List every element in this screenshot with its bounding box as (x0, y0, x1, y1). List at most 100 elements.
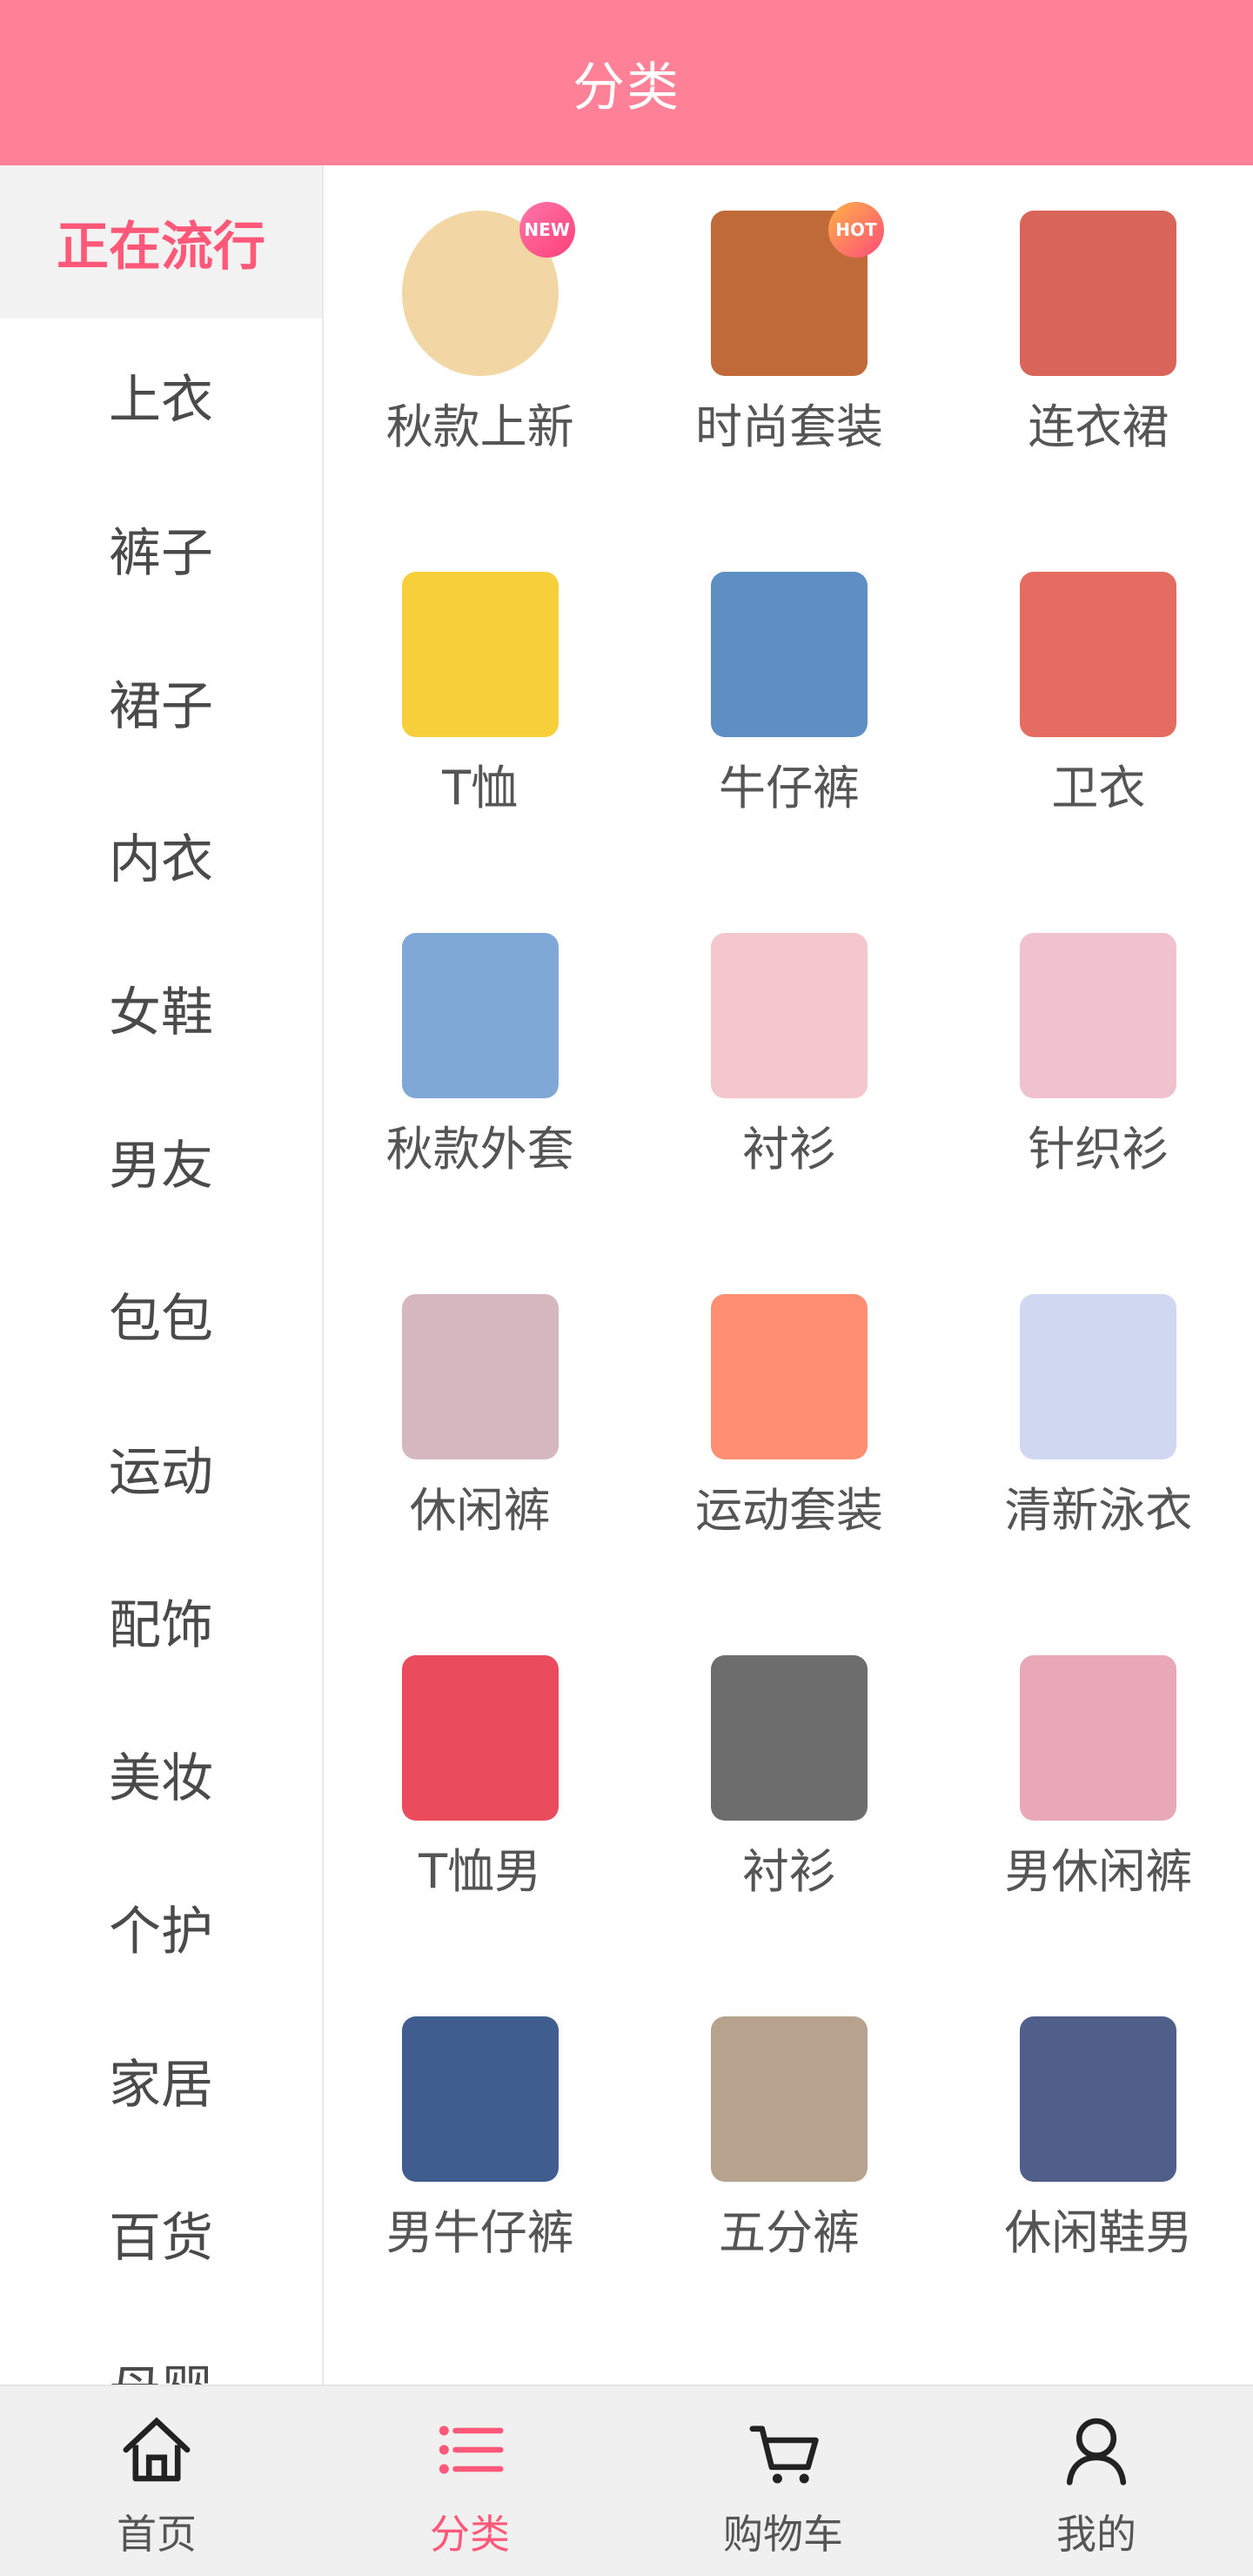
category-card[interactable]: 休闲鞋男 (944, 2008, 1253, 2369)
sidebar-item-label: 配饰 (109, 1594, 213, 1656)
nav-profile[interactable]: 我的 (940, 2386, 1253, 2576)
casual-pants-icon (401, 1294, 559, 1459)
sidebar-item-personal-care[interactable]: 个护 (0, 1850, 322, 2003)
category-card[interactable]: T恤 (325, 563, 634, 924)
category-label: 连衣裙 (1028, 399, 1169, 454)
category-card[interactable]: 牛仔裤 (634, 563, 943, 924)
category-label: 五分裤 (718, 2205, 860, 2260)
category-label: T恤男 (419, 1844, 542, 1899)
category-card[interactable]: 五分裤 (634, 2008, 943, 2369)
category-card[interactable]: 连衣裙 (944, 202, 1253, 563)
sidebar-item-boyfriend[interactable]: 男友 (0, 1084, 322, 1238)
category-image (698, 924, 881, 1107)
sportswear-icon (710, 1294, 868, 1459)
mens-casual-pants-icon (1020, 1655, 1177, 1821)
shorts-icon (710, 2016, 868, 2182)
category-image (1007, 202, 1189, 385)
category-card[interactable]: 男休闲裤 (944, 1647, 1253, 2008)
category-image (698, 2008, 881, 2190)
sidebar-item-label: 女鞋 (109, 982, 213, 1043)
category-card[interactable]: 运动套装 (634, 1285, 943, 1647)
category-card[interactable]: T恤男 (325, 1647, 634, 2008)
sidebar-item-label: 内衣 (109, 828, 213, 890)
category-image (389, 924, 572, 1107)
top-header: 分类 (0, 0, 1253, 165)
category-image (1007, 563, 1189, 746)
nav-label: 分类 (430, 2511, 510, 2558)
app-root: 分类 正在流行 上衣 裤子 裙子 内衣 女鞋 男友 包包 运动 配饰 美妆 个护… (0, 0, 1253, 2576)
bottom-navigation: 首页 分类 购物车 我的 (0, 2385, 1253, 2576)
category-label: 卫衣 (1051, 761, 1146, 815)
sidebar-item-women-shoes[interactable]: 女鞋 (0, 931, 322, 1084)
sidebar-item-mother-baby[interactable]: 母婴 (0, 2310, 322, 2385)
sidebar-item-tops[interactable]: 上衣 (0, 319, 322, 472)
category-card[interactable]: 衬衫 (634, 924, 943, 1285)
sidebar-item-skirts[interactable]: 裙子 (0, 625, 322, 778)
category-label: 牛仔裤 (718, 761, 860, 815)
dress-icon (1020, 211, 1177, 376)
striped-shirt-icon (710, 1655, 868, 1821)
sidebar-item-sports[interactable]: 运动 (0, 1391, 322, 1544)
category-label: 休闲鞋男 (1004, 2205, 1193, 2260)
category-grid: NEW 秋款上新 HOT 时尚套装 连衣裙 T恤 牛仔裤 卫衣 秋款外套 衬衫 … (325, 165, 1253, 2385)
category-card[interactable]: 男牛仔裤 (325, 2008, 634, 2369)
nav-cart[interactable]: 购物车 (626, 2386, 940, 2576)
blouse-icon (710, 933, 868, 1098)
sidebar-item-label: 裙子 (109, 675, 213, 737)
category-card[interactable]: 秋款外套 (325, 924, 634, 1285)
list-icon (439, 2425, 504, 2474)
user-icon (1066, 2418, 1127, 2485)
category-sidebar[interactable]: 正在流行 上衣 裤子 裙子 内衣 女鞋 男友 包包 运动 配饰 美妆 个护 家居… (0, 165, 324, 2385)
sidebar-item-label: 母婴 (109, 2349, 213, 2385)
category-image (389, 563, 572, 746)
mens-jeans-icon (401, 2016, 559, 2182)
category-card[interactable]: 卫衣 (944, 563, 1253, 924)
sidebar-item-underwear[interactable]: 内衣 (0, 778, 322, 931)
category-image (1007, 1647, 1189, 1829)
sidebar-item-label: 个护 (109, 1901, 213, 1962)
category-card[interactable]: 针织衫 (944, 924, 1253, 1285)
sneakers-icon (1020, 2016, 1177, 2182)
category-image: NEW (389, 202, 575, 385)
category-card[interactable]: HOT 时尚套装 (634, 202, 943, 563)
hot-badge: HOT (828, 202, 884, 258)
category-image (389, 1285, 572, 1468)
category-card[interactable]: NEW 秋款上新 (325, 202, 634, 563)
sidebar-item-label: 男友 (109, 1135, 213, 1197)
category-image (389, 2008, 572, 2190)
category-label: 男休闲裤 (1004, 1844, 1193, 1899)
nav-home[interactable]: 首页 (0, 2386, 313, 2576)
category-label: 清新泳衣 (1004, 1483, 1193, 1538)
category-card[interactable]: 清新泳衣 (944, 1285, 1253, 1647)
nav-category[interactable]: 分类 (313, 2386, 626, 2576)
category-image (698, 1285, 881, 1468)
category-label: 针织衫 (1028, 1122, 1169, 1177)
category-card[interactable]: 休闲裤 (325, 1285, 634, 1647)
sidebar-item-trending[interactable]: 正在流行 (0, 165, 322, 319)
category-card[interactable]: 衬衫 (634, 1647, 943, 2008)
nav-label: 首页 (117, 2511, 197, 2558)
nav-label: 购物车 (723, 2511, 843, 2558)
category-image (698, 1647, 881, 1829)
sidebar-item-accessories[interactable]: 配饰 (0, 1544, 322, 1697)
sidebar-item-beauty[interactable]: 美妆 (0, 1697, 322, 1850)
new-badge: NEW (519, 202, 575, 258)
sidebar-item-bags[interactable]: 包包 (0, 1238, 322, 1391)
sidebar-item-label: 包包 (109, 1288, 213, 1350)
sidebar-item-label: 运动 (109, 1441, 213, 1503)
category-image (389, 1647, 572, 1829)
sidebar-item-label: 裤子 (109, 522, 213, 584)
striped-tshirt-icon (401, 1655, 559, 1821)
sidebar-item-pants[interactable]: 裤子 (0, 472, 322, 625)
category-label: T恤 (442, 761, 519, 815)
category-image (698, 563, 881, 746)
category-image (1007, 2008, 1189, 2190)
swimsuit-icon (1020, 1294, 1177, 1459)
sidebar-item-general-goods[interactable]: 百货 (0, 2157, 322, 2310)
category-label: 休闲裤 (409, 1483, 551, 1538)
category-image: HOT (698, 202, 884, 385)
sidebar-item-home[interactable]: 家居 (0, 2003, 322, 2157)
sidebar-item-label: 正在流行 (57, 216, 265, 278)
category-label: 衬衫 (741, 1844, 836, 1899)
tshirt-icon (401, 572, 559, 737)
